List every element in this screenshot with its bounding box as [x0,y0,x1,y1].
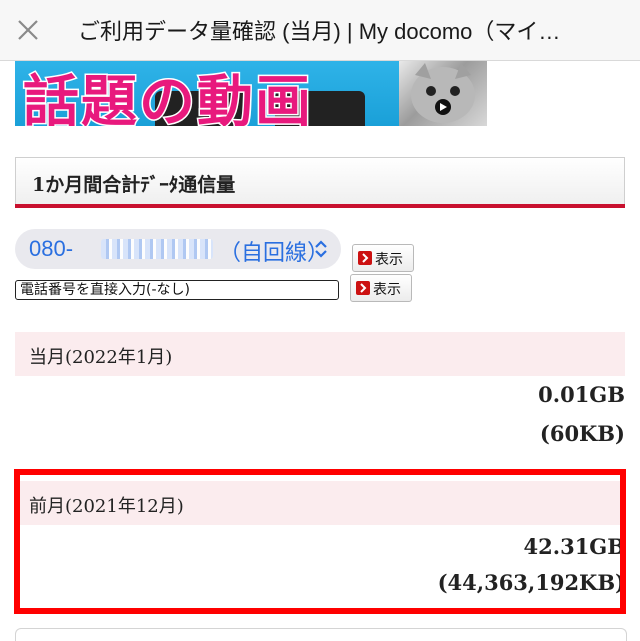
current-month-label: 当月(2022年1月) [29,347,173,368]
current-month-usage-gb: 0.01GB [538,382,625,407]
cat-face-icon [411,63,475,123]
close-button[interactable] [8,10,48,50]
arrow-right-icon [356,281,370,295]
chevron-updown-icon [315,240,327,258]
close-icon [18,20,38,40]
show-button-selected-number[interactable]: 表示 [352,244,414,272]
page-title: ご利用データ量確認 (当月) | My docomo（マイ… [78,19,561,44]
show-button-direct-input[interactable]: 表示 [350,274,412,302]
section-title: 1か月間合計ﾃﾞｰﾀ通信量 [32,174,236,196]
current-month-header: 当月(2022年1月) [15,332,625,376]
show-button-label: 表示 [375,252,403,268]
banner-text: 話題の動画 [22,69,313,127]
arrow-right-icon [358,251,372,265]
section-divider [15,204,625,208]
next-section-edge [15,628,627,641]
previous-month-highlight [14,469,626,614]
phone-number-select[interactable]: 080- （自回線） [15,229,341,269]
masked-number [101,239,213,259]
current-month-usage-kb: (60KB) [539,421,625,446]
show-button-label: 表示 [373,282,401,298]
phone-number-input[interactable] [15,280,339,300]
number-prefix: 080- [29,236,74,261]
section-header: 1か月間合計ﾃﾞｰﾀ通信量 [15,157,625,205]
browser-top-bar: ご利用データ量確認 (当月) | My docomo（マイ… [0,0,640,61]
cat-image [399,61,487,126]
promo-banner[interactable]: 話題の動画 [15,61,487,126]
